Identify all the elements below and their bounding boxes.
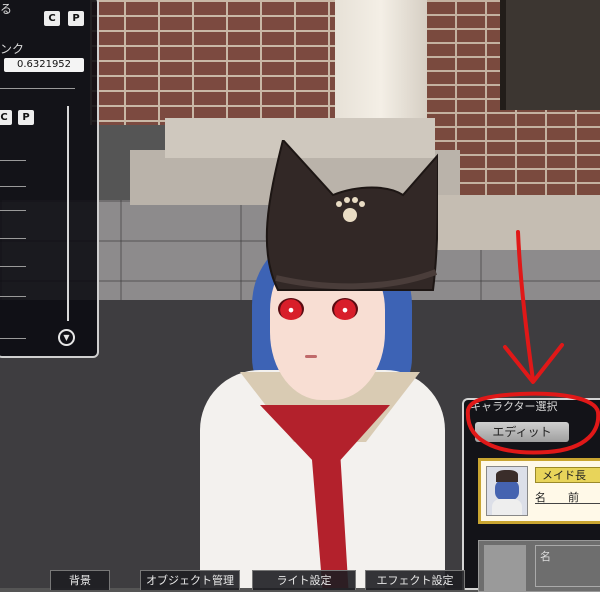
character-select-panel: キャラクター選択 エディット メイド長 名 前 名 (462, 398, 600, 592)
tab-object-manager[interactable]: オブジェクト管理 (140, 570, 240, 590)
value-slider[interactable] (0, 88, 75, 89)
character-eye-right (332, 298, 358, 320)
character-thumbnail (486, 466, 528, 516)
scrollbar[interactable] (67, 106, 69, 321)
panel-label-top: る (0, 2, 13, 16)
slider-row[interactable] (0, 238, 26, 239)
doorway (500, 0, 600, 110)
tab-background[interactable]: 背景 (50, 570, 110, 590)
second-card-label: 名 (540, 550, 551, 563)
character-model (200, 140, 460, 588)
chevron-down-icon: ▼ (63, 333, 70, 342)
character-card[interactable]: 名 (478, 540, 600, 592)
settings-panel: る C P ンク 0.6321952 C P ▼ (0, 0, 99, 358)
slider-row[interactable] (0, 296, 26, 297)
character-thumbnail (484, 545, 526, 591)
character-card[interactable]: メイド長 名 前 (478, 458, 600, 524)
role-badge: メイド長 (535, 467, 600, 483)
edit-button[interactable]: エディット (475, 422, 569, 442)
value-field[interactable]: 0.6321952 (4, 58, 84, 72)
character-mouth (305, 355, 317, 358)
brick-wall-left (90, 0, 340, 125)
tab-light-settings[interactable]: ライト設定 (252, 570, 356, 590)
slider-row[interactable] (0, 266, 26, 267)
slider-label: ンク (0, 42, 25, 56)
slider-row[interactable] (0, 210, 26, 211)
character-name-label: 名 前 (535, 489, 600, 504)
panel-title: キャラクター選択 (470, 400, 558, 413)
collapse-toggle[interactable]: ▼ (58, 329, 75, 346)
slider-row[interactable] (0, 338, 26, 339)
copy-button-2[interactable]: C (0, 110, 12, 125)
paste-button[interactable]: P (68, 11, 84, 26)
character-name-box: 名 (535, 545, 600, 587)
cat-ear-hat (265, 140, 438, 291)
character-eye-left (278, 298, 304, 320)
paste-button-2[interactable]: P (18, 110, 34, 125)
copy-button[interactable]: C (44, 11, 60, 26)
tab-effect-settings[interactable]: エフェクト設定 (365, 570, 465, 590)
slider-row[interactable] (0, 186, 26, 187)
slider-row[interactable] (0, 160, 26, 161)
